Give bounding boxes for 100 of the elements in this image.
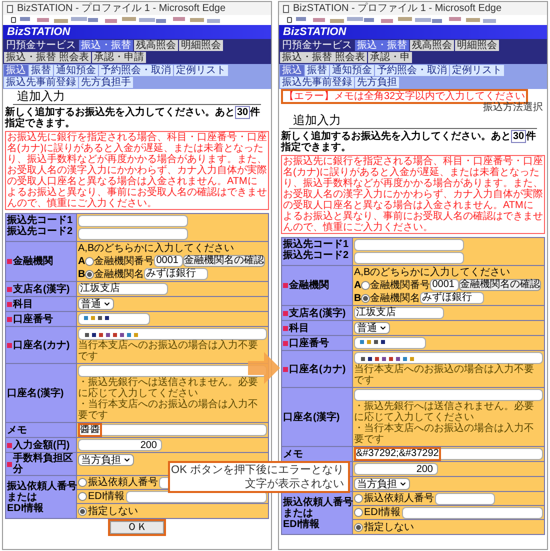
select-field[interactable]: 当方負担: [78, 454, 134, 466]
field-label: 口座名(カナ): [13, 340, 70, 350]
code-field[interactable]: [354, 239, 464, 251]
field-label: 手数料負担区分: [13, 453, 74, 475]
menu-tab[interactable]: 振込・振替: [79, 40, 133, 51]
sub-tab[interactable]: 振替: [29, 65, 53, 76]
lock-icon: [11, 17, 16, 23]
field-label: EDI情報: [7, 502, 45, 514]
note-text: ・当行本支店へのお振込の場合は入力不要です: [78, 399, 259, 421]
window-title: BizSTATION - プロファイル 1 - Microsoft Edge: [17, 3, 226, 14]
sub-tab[interactable]: 先方負担手: [79, 77, 133, 88]
sub-tab[interactable]: 振込先事前登録: [4, 77, 78, 88]
field-label: 口座名(カナ): [289, 364, 346, 374]
bank-field[interactable]: 0001: [154, 255, 184, 267]
sub-tab[interactable]: 振込: [4, 65, 28, 76]
sub-tab[interactable]: 先方負担: [355, 77, 399, 88]
option-letter: A: [78, 256, 86, 266]
page-heading: 追加入力: [13, 89, 261, 105]
sub-tab[interactable]: 振込: [280, 65, 304, 76]
menu-tab[interactable]: 残高照会: [134, 40, 178, 51]
field-label: 金融機関: [13, 256, 53, 267]
edi-field[interactable]: [402, 506, 543, 518]
text-field[interactable]: [78, 365, 267, 377]
code-field[interactable]: [78, 228, 188, 240]
sub-tab[interactable]: 定例リスト: [450, 65, 504, 76]
field-label: 科目: [13, 298, 33, 310]
bank-field[interactable]: みずほ銀行: [144, 268, 208, 280]
menu-tab[interactable]: 承認・申請: [92, 52, 146, 63]
option-label: 振込依頼人番号: [88, 477, 158, 488]
sub-tab[interactable]: 通知預金: [54, 65, 98, 76]
sub-tab[interactable]: 通知預金: [330, 65, 374, 76]
radio-button[interactable]: [354, 508, 363, 517]
amount-field[interactable]: 200: [78, 439, 162, 451]
account-field[interactable]: [354, 352, 543, 364]
radio-button[interactable]: [361, 294, 370, 302]
account-field[interactable]: [354, 337, 426, 349]
amount-field[interactable]: 200: [354, 463, 438, 475]
field-label: 振込先コード1: [283, 239, 350, 250]
field-value: 江坂支店: [80, 284, 120, 294]
field-label: EDI情報: [283, 518, 321, 530]
code-field[interactable]: [354, 252, 464, 264]
radio-button[interactable]: [78, 506, 87, 516]
code-field[interactable]: [78, 215, 188, 227]
menu-tab[interactable]: 明細照会: [179, 40, 223, 51]
field-value: &#37292;&#37292: [356, 449, 439, 459]
select-field[interactable]: 普通: [354, 322, 390, 334]
requester-field[interactable]: [435, 492, 495, 504]
text-field[interactable]: [354, 389, 543, 401]
radio-button[interactable]: [85, 270, 94, 278]
field-label: 振込先コード2: [283, 250, 350, 261]
select-field[interactable]: 普通: [78, 298, 114, 310]
service-label: 円預金サービス: [281, 40, 353, 51]
intro-text: 新しく追加するお振込先を入力してください。あと 30 件指定できます。: [281, 131, 538, 153]
radio-button[interactable]: [85, 256, 94, 266]
note-text: ・振込先銀行へは送信されません。必要に応じて入力してください: [354, 401, 535, 423]
option-label: 金融機関番号: [94, 256, 154, 266]
field-label: 口座名(漢字): [283, 412, 340, 422]
sub-tab[interactable]: 予約照会・取消: [375, 65, 449, 76]
radio-button[interactable]: [354, 522, 363, 532]
text-field[interactable]: 江坂支店: [354, 307, 444, 319]
menu-tab[interactable]: 振込・振替 照会表: [280, 52, 367, 63]
menu-tab[interactable]: 明細照会: [455, 40, 499, 51]
radio-button[interactable]: [354, 494, 363, 503]
account-field[interactable]: [78, 313, 150, 325]
text-field[interactable]: &#37292;&#37292: [354, 448, 543, 460]
bank-field[interactable]: みずほ銀行: [420, 292, 484, 304]
note-text: ・当行本支店へのお振込の場合は入力不要です: [354, 423, 535, 445]
confirm-button[interactable]: 金融機関名の確認: [459, 279, 542, 291]
text-field[interactable]: 江坂支店: [78, 283, 168, 295]
field-label: 振込先コード2: [7, 226, 74, 237]
callout-text: OK ボタンを押下後にエラーとなり: [171, 463, 344, 477]
sub-tab[interactable]: 振込先事前登録: [280, 77, 354, 88]
sub-tab[interactable]: 予約照会・取消: [99, 65, 173, 76]
field-label: 支店名(漢字): [289, 308, 346, 318]
radio-button[interactable]: [78, 492, 87, 501]
method-hint: 振込方法選択: [483, 102, 543, 113]
chevron-icon: [103, 300, 111, 308]
menu-tab[interactable]: 残高照会: [410, 40, 454, 51]
confirm-button[interactable]: 金融機関名の確認: [183, 255, 266, 267]
lock-icon: [287, 17, 292, 23]
bank-field[interactable]: 0001: [430, 279, 460, 291]
radio-button[interactable]: [78, 478, 87, 487]
menu-tab[interactable]: 振込・振替: [355, 40, 409, 51]
note-text: 当行本支店へのお振込の場合は入力不要です: [78, 340, 259, 362]
hint-text: A,Bのどちらかに入力してください: [354, 267, 512, 278]
field-label: 振込依頼人番号: [7, 480, 77, 492]
radio-button[interactable]: [361, 280, 370, 290]
logo: BizSTATION: [7, 26, 70, 38]
sub-tab[interactable]: 振替: [305, 65, 329, 76]
field-label: 振込先コード1: [7, 215, 74, 226]
ok-button[interactable]: ＯＫ: [110, 521, 164, 534]
field-label: 科目: [289, 322, 309, 334]
menu-tab[interactable]: 承認・申: [368, 52, 412, 63]
menu-tab[interactable]: 振込・振替 照会表: [4, 52, 91, 63]
error-message: 【エラー】メモは全角32文字以内で入力してください: [283, 91, 526, 102]
sub-tab[interactable]: 定例リスト: [174, 65, 228, 76]
select-field[interactable]: 当方負担: [354, 478, 410, 490]
note-text: ・振込先銀行へは送信されません。必要に応じて入力してください: [78, 377, 259, 399]
field-label: または: [283, 508, 313, 518]
account-field[interactable]: [78, 328, 267, 340]
